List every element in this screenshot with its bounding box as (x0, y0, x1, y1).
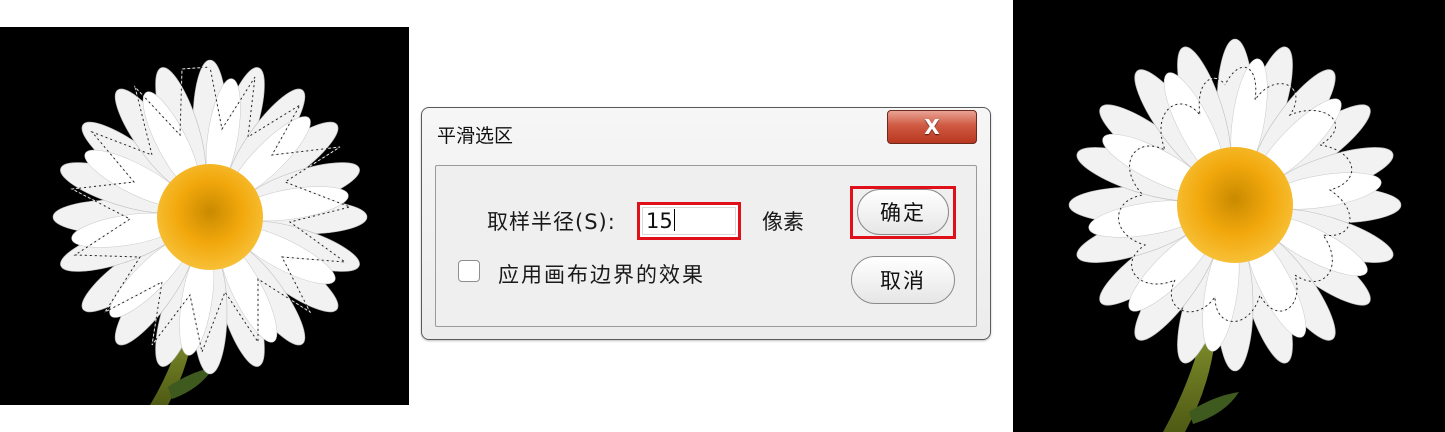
apply-canvas-bounds-label[interactable]: 应用画布边界的效果 (498, 259, 705, 289)
dialog-title: 平滑选区 (437, 125, 514, 147)
photo-before (0, 27, 409, 405)
daisy-image-before (0, 27, 409, 405)
pixel-unit-label: 像素 (762, 210, 804, 234)
close-button[interactable]: X (887, 110, 977, 144)
sample-radius-highlight: 15 (637, 202, 741, 240)
sample-radius-input[interactable]: 15 (642, 207, 736, 235)
smooth-selection-dialog: 平滑选区 X 取样半径(S): 15 像素 应用画布边界的效果 确定 取消 (421, 107, 991, 340)
dialog-content-panel: 取样半径(S): 15 像素 应用画布边界的效果 确定 取消 (435, 165, 977, 327)
ok-button-highlight: 确定 (850, 186, 956, 239)
sample-radius-value: 15 (646, 209, 673, 233)
ok-button[interactable]: 确定 (857, 189, 949, 235)
photo-after (1013, 0, 1445, 432)
cancel-button[interactable]: 取消 (851, 256, 955, 304)
apply-canvas-bounds-checkbox[interactable] (458, 260, 480, 282)
text-caret (673, 209, 675, 231)
close-icon: X (924, 115, 940, 139)
sample-radius-label: 取样半径(S): (487, 210, 616, 234)
daisy-image-after (1013, 0, 1445, 432)
